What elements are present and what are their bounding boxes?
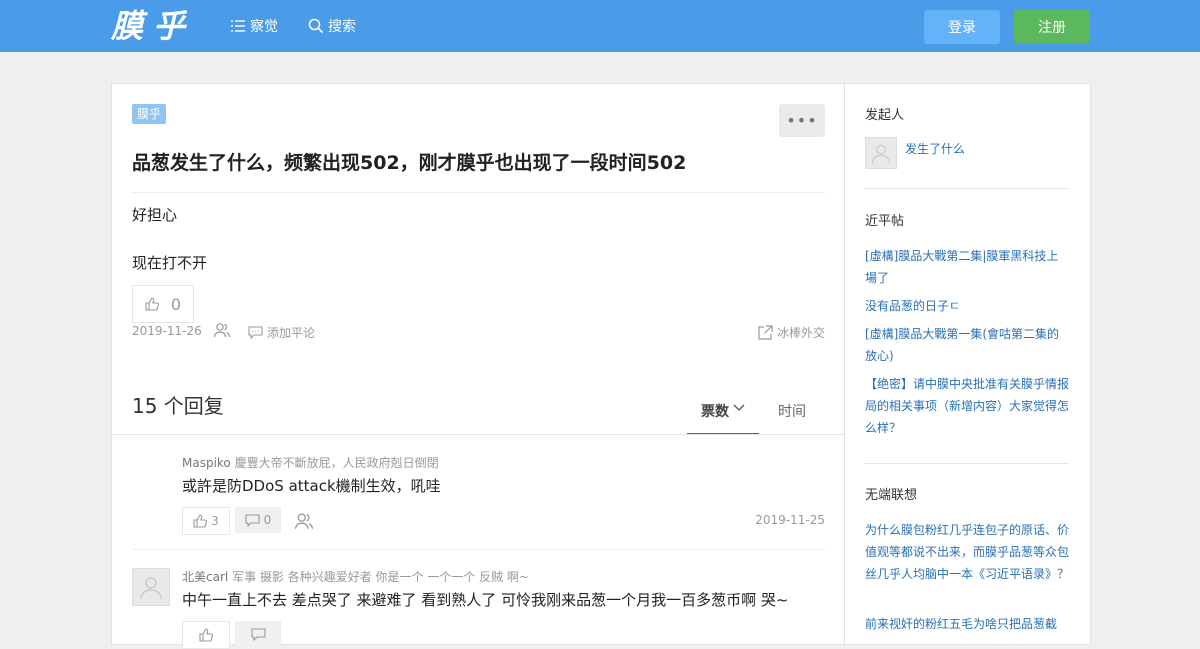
reply-comment-button[interactable] xyxy=(235,621,281,647)
reply-like-button[interactable]: 3 xyxy=(182,507,230,535)
related-post-link[interactable]: 为什么膜包粉红几乎连包子的原话、价值观等都说不出来，而膜乎品葱等众包丝几乎人均脑… xyxy=(865,519,1069,585)
top-navbar: 膜乎 察觉 搜索 登录 注册 xyxy=(0,0,1200,52)
nav-search-label: 搜索 xyxy=(328,19,356,35)
post-body-line: 现在打不开 xyxy=(132,254,208,272)
initiator-heading: 发起人 xyxy=(865,108,905,123)
reply-like-button[interactable] xyxy=(182,621,230,649)
sort-votes-label: 票数 xyxy=(701,404,729,420)
reply-author-name[interactable]: 北美carl xyxy=(182,570,228,584)
avatar[interactable] xyxy=(865,137,897,169)
recent-post-link[interactable]: [虛構]膜品大戰第二集|膜軍黑科技上場了 xyxy=(865,245,1069,289)
reply-count: 15 个回复 xyxy=(132,394,224,418)
user-placeholder-icon xyxy=(140,577,162,600)
more-dots-icon: ••• xyxy=(786,111,818,130)
sort-by-time-tab[interactable]: 时间 xyxy=(767,401,817,421)
reply-author-bio: 军事 摄影 各种兴趣爱好者 你是一个 一个一个 反贼 啊~ xyxy=(232,570,530,584)
users-icon xyxy=(213,323,231,338)
reply-comment-count: 0 xyxy=(263,513,272,527)
recent-posts-heading: 近平帖 xyxy=(865,214,905,229)
divider xyxy=(865,463,1069,464)
comment-icon xyxy=(250,627,266,641)
related-posts-heading: 无端联想 xyxy=(865,488,918,503)
topic-tag[interactable]: 膜乎 xyxy=(132,104,167,124)
more-options-button[interactable]: ••• xyxy=(779,104,825,137)
sidebar: 发起人 发生了什么 近平帖 [虛構]膜品大戰第二集|膜軍黑科技上場了 没有品葱的… xyxy=(844,83,1091,645)
reply-date: 2019-11-25 xyxy=(755,513,825,527)
divider xyxy=(112,434,845,435)
share-icon xyxy=(758,325,773,340)
post-like-count: 0 xyxy=(170,294,182,314)
divider xyxy=(865,188,1069,189)
post-title: 品葱发生了什么，频繁出现502，刚才膜乎也出现了一段时间502 xyxy=(132,152,687,174)
reply-text: 中午一直上不去 差点哭了 来避难了 看到熟人了 可怜我刚来品葱一个月我一百多葱币… xyxy=(182,591,789,609)
divider xyxy=(132,192,825,193)
nav-discover-label: 察觉 xyxy=(250,19,278,35)
list-icon xyxy=(231,20,245,32)
reply-author-line: 北美carl 军事 摄影 各种兴趣爱好者 你是一个 一个一个 反贼 啊~ xyxy=(182,568,529,585)
thumbs-up-icon xyxy=(199,628,213,642)
users-icon[interactable] xyxy=(294,511,314,531)
nav-discover[interactable]: 察觉 xyxy=(230,16,278,36)
share-label: 冰棒外交 xyxy=(777,326,826,340)
reply-author-bio: 慶豐大帝不斷放屁，人民政府剋日倒閉 xyxy=(234,456,439,470)
thumbs-up-icon xyxy=(145,297,159,311)
share-button[interactable]: 冰棒外交 xyxy=(758,324,825,341)
thumbs-up-icon xyxy=(193,514,208,528)
login-button[interactable]: 登录 xyxy=(924,10,1000,44)
related-post-link[interactable]: 前来视奸的粉红五毛为啥只把品葱截 xyxy=(865,613,1069,635)
post-invite-button[interactable] xyxy=(213,322,231,338)
search-icon xyxy=(308,18,324,34)
post-like-button[interactable]: 0 xyxy=(132,285,194,323)
chevron-down-icon xyxy=(733,404,745,411)
initiator-name-link[interactable]: 发生了什么 xyxy=(905,140,965,157)
user-placeholder-icon xyxy=(871,144,891,164)
nav-search[interactable]: 搜索 xyxy=(308,16,356,36)
register-button[interactable]: 注册 xyxy=(1014,10,1090,44)
divider xyxy=(132,549,825,550)
comment-icon xyxy=(245,513,260,527)
post-date-text: 2019-11-26 xyxy=(132,324,202,338)
recent-post-link[interactable]: 【绝密】请中膜中央批准有关膜乎情报局的相关事项（新增内容）大家觉得怎么样？ xyxy=(865,373,1069,439)
main-panel: 膜乎 ••• 品葱发生了什么，频繁出现502，刚才膜乎也出现了一段时间502 好… xyxy=(111,83,845,649)
add-comment-button[interactable]: 添加平论 xyxy=(248,324,315,341)
sort-by-votes-tab[interactable]: 票数 xyxy=(687,401,759,435)
reply-author-name[interactable]: Maspiko xyxy=(182,456,231,470)
reply-like-count: 3 xyxy=(211,514,219,528)
recent-post-link[interactable]: [虛構]膜品大戰第一集(會咕第二集的放心) xyxy=(865,323,1069,367)
site-logo[interactable]: 膜乎 xyxy=(111,5,195,47)
reply-text: 或許是防DDoS attack機制生效，吼哇 xyxy=(182,477,441,495)
post-body-line: 好担心 xyxy=(132,206,178,224)
recent-post-link[interactable]: 没有品葱的日子ㄷ xyxy=(865,295,1069,317)
post-date: 2019-11-26 xyxy=(132,324,202,338)
comment-icon xyxy=(248,326,263,339)
add-comment-label: 添加平论 xyxy=(267,326,316,340)
reply-author-line: Maspiko 慶豐大帝不斷放屁，人民政府剋日倒閉 xyxy=(182,454,439,471)
reply-comment-button[interactable]: 0 xyxy=(235,507,281,533)
avatar[interactable] xyxy=(132,568,170,606)
